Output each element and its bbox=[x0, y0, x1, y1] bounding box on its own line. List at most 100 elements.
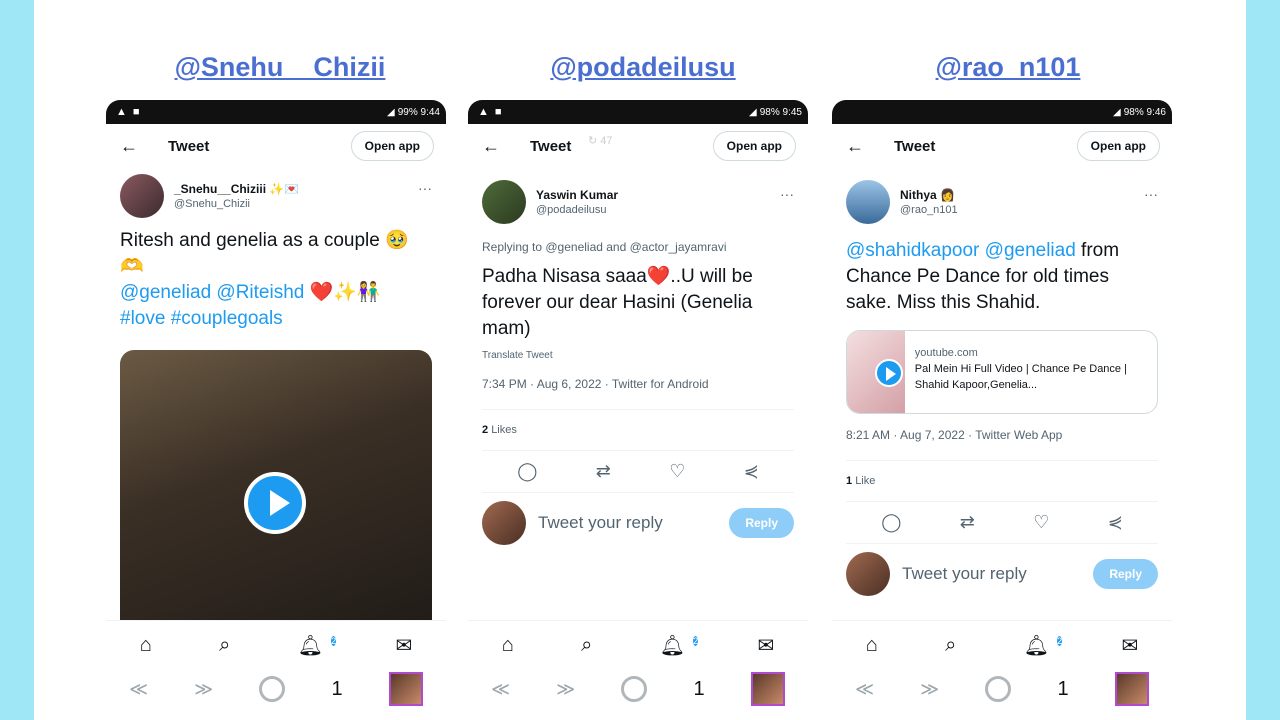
back-nav-icon[interactable]: ≪ bbox=[129, 679, 148, 700]
more-options-icon[interactable]: ··· bbox=[418, 180, 432, 196]
author-handle: @rao_n101 bbox=[900, 204, 958, 216]
open-app-button[interactable]: Open app bbox=[1076, 131, 1160, 161]
author-handle: @podadeilusu bbox=[536, 204, 607, 216]
home-button-icon[interactable] bbox=[259, 676, 286, 702]
notifications-icon[interactable]: 🔔︎ 2 bbox=[660, 633, 699, 658]
open-app-button[interactable]: Open app bbox=[712, 131, 796, 161]
tweet-text: Ritesh and genelia as a couple 🥹🫶 @genel… bbox=[106, 224, 446, 336]
bottom-navigation: ⌂ ⌕ 🔔︎ 2 ✉ ≪ ≫ 1 bbox=[468, 620, 808, 720]
back-nav-icon[interactable]: ≪ bbox=[491, 679, 510, 700]
messages-icon[interactable]: ✉ bbox=[758, 633, 775, 658]
tweet-body: Ritesh and genelia as a couple 🥹🫶 bbox=[120, 230, 409, 277]
likes-count[interactable]: 1 Like bbox=[832, 461, 1172, 501]
link-card[interactable]: youtube.com Pal Mein Hi Full Video | Cha… bbox=[846, 330, 1158, 414]
search-icon[interactable]: ⌕ bbox=[581, 634, 592, 657]
tweet-video[interactable] bbox=[120, 350, 432, 650]
likes-count[interactable]: 2 Likes bbox=[468, 410, 808, 450]
tab-count[interactable]: 1 bbox=[1058, 678, 1069, 701]
author-name: Nithya 👩 bbox=[900, 188, 955, 202]
tab-count[interactable]: 1 bbox=[694, 678, 705, 701]
tweet-hashtags[interactable]: #love #couplegoals bbox=[120, 306, 432, 332]
right-border bbox=[1246, 0, 1280, 720]
search-icon[interactable]: ⌕ bbox=[219, 634, 230, 657]
status-bar: ▲ ■ ◢ 99% 9:44 bbox=[106, 100, 446, 124]
translate-link[interactable]: Translate Tweet bbox=[468, 346, 808, 361]
more-options-icon[interactable]: ··· bbox=[1144, 186, 1158, 202]
messages-icon[interactable]: ✉ bbox=[396, 633, 413, 658]
card-thumbnail bbox=[847, 331, 905, 413]
forward-nav-icon[interactable]: ≫ bbox=[556, 679, 575, 700]
tweet-mentions[interactable]: @geneliad @Riteishd ❤️✨👫 bbox=[120, 280, 432, 306]
like-icon[interactable]: ♡ bbox=[1033, 512, 1049, 533]
home-button-icon[interactable] bbox=[621, 676, 648, 702]
tweet-header: ← Tweet ↻ 47 Open app bbox=[468, 124, 808, 168]
forward-nav-icon[interactable]: ≫ bbox=[194, 679, 213, 700]
status-time: 99% 9:44 bbox=[397, 106, 440, 118]
image-icon: ■ bbox=[132, 106, 140, 118]
notification-badge: 2 bbox=[1057, 635, 1063, 646]
search-icon[interactable]: ⌕ bbox=[945, 634, 956, 657]
more-options-icon[interactable]: ··· bbox=[780, 186, 794, 202]
notifications-icon[interactable]: 🔔︎ 2 bbox=[298, 633, 337, 658]
author-handle: @Snehu_Chizii bbox=[174, 198, 250, 210]
tab-count[interactable]: 1 bbox=[332, 678, 343, 701]
bottom-navigation: ⌂ ⌕ 🔔︎ 2 ✉ ≪ ≫ 1 bbox=[106, 620, 446, 720]
home-button-icon[interactable] bbox=[985, 676, 1012, 702]
reply-input[interactable]: Tweet your reply bbox=[902, 564, 1081, 584]
forward-nav-icon[interactable]: ≫ bbox=[920, 679, 939, 700]
phone-screenshot-2: ▲ ■ ◢ 98% 9:45 ← Tweet ↻ 47 Open app Yaswi… bbox=[468, 100, 808, 720]
signal-icon: ◢ bbox=[1113, 106, 1121, 118]
reply-icon[interactable]: ◯ bbox=[881, 512, 901, 533]
avatar[interactable] bbox=[846, 180, 890, 224]
messages-icon[interactable]: ✉ bbox=[1122, 633, 1139, 658]
like-icon[interactable]: ♡ bbox=[669, 461, 685, 482]
notifications-icon[interactable]: 🔔︎ 2 bbox=[1024, 633, 1063, 658]
avatar[interactable] bbox=[120, 174, 164, 218]
open-app-button[interactable]: Open app bbox=[350, 131, 434, 161]
home-icon[interactable]: ⌂ bbox=[866, 634, 878, 657]
tweet-author[interactable]: _Snehu__Chiziii ✨💌 @Snehu_Chizii ··· bbox=[106, 168, 446, 224]
retweet-icon[interactable]: ⇄ bbox=[596, 461, 611, 482]
status-time: 98% 9:46 bbox=[1123, 106, 1166, 118]
likes-label: Likes bbox=[491, 424, 517, 436]
share-icon[interactable]: ⋞ bbox=[744, 461, 759, 482]
profile-thumbnail[interactable] bbox=[1114, 672, 1149, 706]
home-icon[interactable]: ⌂ bbox=[502, 634, 514, 657]
image-icon: ■ bbox=[494, 106, 502, 118]
handle-label-2: @podadeilusu bbox=[550, 52, 736, 82]
back-arrow-icon[interactable]: ← bbox=[846, 136, 880, 157]
reply-icon[interactable]: ◯ bbox=[517, 461, 537, 482]
profile-thumbnail[interactable] bbox=[750, 672, 785, 706]
likes-number: 1 bbox=[846, 475, 853, 487]
author-name: _Snehu__Chiziii ✨💌 bbox=[174, 182, 300, 196]
tweet-text: Padha Nisasa saaa❤️..U will be forever o… bbox=[482, 266, 753, 339]
play-icon[interactable] bbox=[244, 472, 306, 534]
reply-composer: Tweet your reply Reply bbox=[468, 493, 808, 553]
signal-icon: ◢ bbox=[387, 106, 395, 118]
reply-button[interactable]: Reply bbox=[1093, 559, 1158, 589]
status-bar: ▲ ■ ◢ 98% 9:45 bbox=[468, 100, 808, 124]
reply-button[interactable]: Reply bbox=[729, 508, 794, 538]
share-icon[interactable]: ⋞ bbox=[1108, 512, 1123, 533]
back-nav-icon[interactable]: ≪ bbox=[855, 679, 874, 700]
tweet-mentions[interactable]: @shahidkapoor @geneliad bbox=[846, 240, 1076, 261]
tweet-header: ← Tweet Open app bbox=[832, 124, 1172, 168]
home-icon[interactable]: ⌂ bbox=[140, 634, 152, 657]
replying-to[interactable]: Replying to @geneliad and @actor_jayamra… bbox=[468, 230, 808, 254]
play-icon[interactable] bbox=[875, 359, 903, 387]
back-arrow-icon[interactable]: ← bbox=[120, 136, 154, 157]
tweet-author[interactable]: Yaswin Kumar @podadeilusu ··· bbox=[468, 168, 808, 230]
status-bar: ◢ 98% 9:46 bbox=[832, 100, 1172, 124]
warning-icon: ▲ bbox=[116, 106, 127, 118]
profile-thumbnail[interactable] bbox=[388, 672, 423, 706]
retweet-icon[interactable]: ⇄ bbox=[960, 512, 975, 533]
faded-retweet-count: ↻ 47 bbox=[588, 135, 613, 147]
notification-badge: 2 bbox=[331, 635, 337, 646]
tweet-actions: ◯ ⇄ ♡ ⋞ bbox=[468, 451, 808, 492]
tweet-timestamp: 7:34 PM · Aug 6, 2022 · Twitter for Andr… bbox=[482, 377, 709, 391]
avatar[interactable] bbox=[482, 180, 526, 224]
reply-input[interactable]: Tweet your reply bbox=[538, 513, 717, 533]
likes-number: 2 bbox=[482, 424, 489, 436]
back-arrow-icon[interactable]: ← bbox=[482, 136, 516, 157]
tweet-author[interactable]: Nithya 👩 @rao_n101 ··· bbox=[832, 168, 1172, 230]
